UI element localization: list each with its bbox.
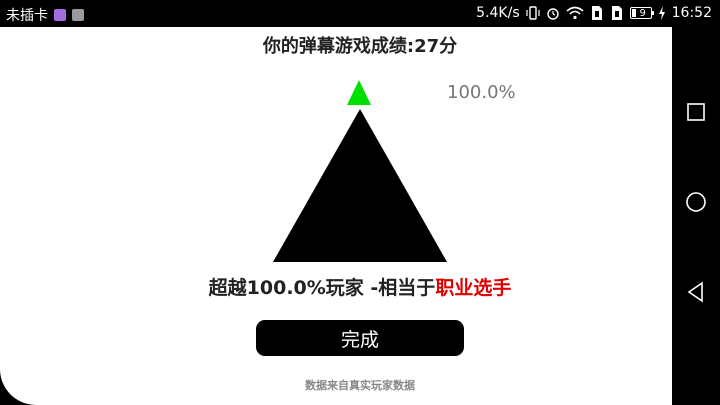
- result-screen: 你的弹幕游戏成绩:27分 100.0% 超越100.0%玩家 -相当于职业选手 …: [0, 27, 672, 405]
- result-summary: 超越100.0%玩家 -相当于职业选手: [0, 273, 720, 300]
- data-source-note: 数据来自真实玩家数据: [305, 379, 415, 392]
- percentile-marker: [347, 80, 371, 105]
- home-button[interactable]: [684, 190, 708, 214]
- app-notification-icon-2: [72, 9, 84, 21]
- result-prefix: 超越100.0%玩家 -相当于: [208, 277, 436, 299]
- alarm-icon: [546, 6, 560, 20]
- charging-icon: [658, 6, 666, 20]
- no-sim-icon: [590, 5, 604, 21]
- vibrate-icon: [526, 6, 540, 20]
- app-notification-icon: [54, 9, 66, 21]
- recents-button[interactable]: [684, 100, 708, 124]
- score-title: 你的弹幕游戏成绩:27分: [262, 36, 458, 57]
- percentile-label: 100.0%: [447, 82, 516, 103]
- no-sim-icon-2: [610, 5, 624, 21]
- back-button[interactable]: [684, 280, 708, 304]
- square-icon: [687, 103, 705, 121]
- status-bar: 未插卡 5.4K/s 9 16:52: [0, 0, 720, 27]
- circle-icon: [686, 192, 706, 212]
- wifi-icon: [566, 6, 584, 20]
- percentile-pyramid: [273, 80, 447, 262]
- navigation-bar: [672, 27, 720, 405]
- clock: 16:52: [671, 5, 712, 21]
- result-rank: 职业选手: [435, 277, 512, 299]
- done-button[interactable]: 完成: [256, 320, 464, 356]
- triangle-back-icon: [687, 281, 703, 303]
- pyramid-body: [273, 109, 447, 262]
- battery-icon: [629, 7, 654, 19]
- network-speed: 5.4K/s: [476, 5, 520, 21]
- carrier-label: 未插卡: [6, 8, 48, 24]
